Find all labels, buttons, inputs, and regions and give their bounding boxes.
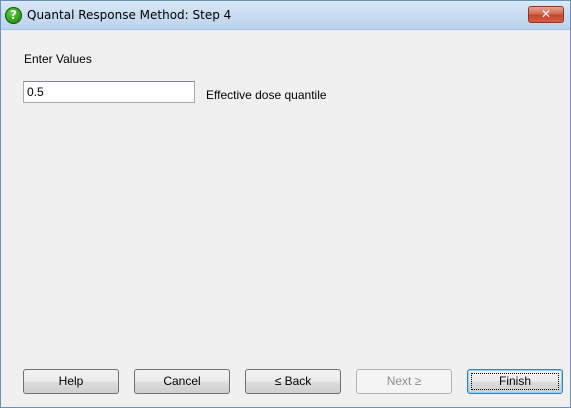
close-button[interactable]: ✕ <box>528 6 564 23</box>
quantile-input[interactable] <box>23 81 195 103</box>
help-button[interactable]: Help <box>23 369 119 394</box>
dialog-window: ? Quantal Response Method: Step 4 ✕ Ente… <box>0 0 571 408</box>
section-label: Enter Values <box>24 52 92 66</box>
close-icon: ✕ <box>540 7 552 21</box>
next-button-label: Next ≥ <box>386 374 422 388</box>
help-button-label: Help <box>58 374 84 388</box>
back-button[interactable]: ≤ Back <box>245 369 341 394</box>
help-question-icon: ? <box>5 7 22 24</box>
finish-button[interactable]: Finish <box>467 369 563 394</box>
back-button-label: ≤ Back <box>274 374 312 388</box>
cancel-button-label: Cancel <box>163 374 201 388</box>
window-title: Quantal Response Method: Step 4 <box>27 8 232 22</box>
title-bar[interactable]: ? Quantal Response Method: Step 4 ✕ <box>1 1 570 30</box>
finish-button-label: Finish <box>498 374 531 388</box>
quantile-label: Effective dose quantile <box>206 88 327 102</box>
cancel-button[interactable]: Cancel <box>134 369 230 394</box>
next-button: Next ≥ <box>356 369 452 394</box>
